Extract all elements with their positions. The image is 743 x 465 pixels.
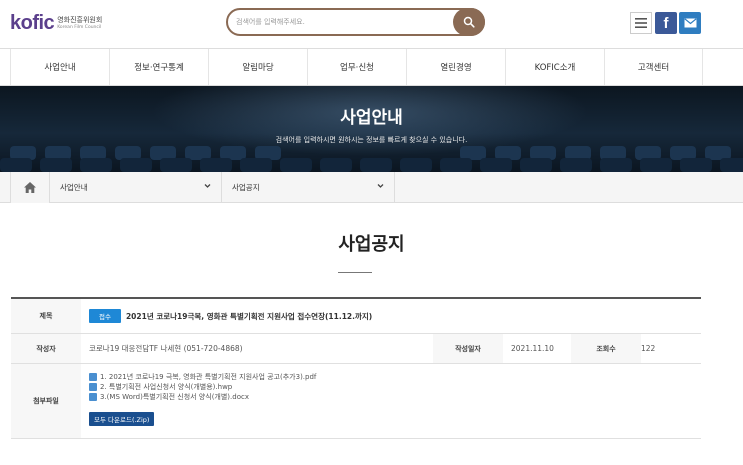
hero-title: 사업안내 [340,108,403,128]
menu-icon [635,18,647,28]
logo-english-name: Korean Film Council [57,24,102,30]
nav-applications[interactable]: 업무·신청 [307,49,406,85]
attachment-row: 첨부파일 1. 2021년 코로나19 극복, 영화관 특별기획전 지원사업 공… [11,364,701,439]
home-icon [24,182,36,193]
download-all-button[interactable]: 모두 다운로드(.Zip) [89,412,155,426]
views-value: 122 [641,344,656,353]
home-button[interactable] [10,172,50,203]
hero-banner: 사업안내 검색어를 입력하시면 원하시는 정보를 빠르게 찾으실 수 있습니다. [0,86,743,172]
menu-button[interactable] [630,12,652,34]
subject-row: 제목 접수 2021년 코로나19극복, 영화관 특별기획전 지원사업 접수연장… [11,299,701,334]
facebook-button[interactable]: f [655,12,677,34]
hero-subtitle: 검색어를 입력하시면 원하시는 정보를 빠르게 찾으실 수 있습니다. [275,136,468,144]
logo-korean-name: 영화진흥위원회 [57,15,103,24]
attachment-item[interactable]: 1. 2021년 코로나19 극복, 영화관 특별기획전 지원사업 공고(추가3… [89,372,316,382]
author-value: 코로나19 대응전담TF 나세현 (051-720-4868) [89,344,243,353]
chevron-down-icon [377,184,384,188]
chevron-down-icon [204,184,211,188]
location-bar: 사업안내 사업공지 [0,172,743,203]
attachment-label: 첨부파일 [11,364,81,438]
nav-notices[interactable]: 알림마당 [208,49,307,85]
mail-icon [683,18,697,28]
main-navigation: 사업안내 정보·연구통계 알림마당 업무·신청 열린경영 KOFIC소개 고객센… [0,48,743,86]
hwp-file-icon [89,383,97,391]
site-header: kofic 영화진흥위원회 Korean Film Council f [0,0,743,48]
logo-mark: kofic [10,12,55,34]
attachment-filename: 1. 2021년 코로나19 극복, 영화관 특별기획전 지원사업 공고(추가3… [100,373,317,381]
pdf-file-icon [89,373,97,381]
location-level2-label: 사업공지 [232,183,260,192]
location-level1-label: 사업안내 [60,183,88,192]
views-label: 조회수 [571,334,641,363]
attachment-item[interactable]: 3.(MS Word)특별기획전 신청서 양식(개별).docx [89,392,316,402]
location-select-level2[interactable]: 사업공지 [222,172,395,203]
search-icon [463,16,475,28]
docx-file-icon [89,393,97,401]
page-title: 사업공지 [338,234,405,255]
search-button[interactable] [453,8,485,36]
mail-button[interactable] [679,12,701,34]
nav-customer-center[interactable]: 고객센터 [604,49,703,85]
attachment-filename: 3.(MS Word)특별기획전 신청서 양식(개별).docx [100,393,249,401]
title-divider [338,272,372,273]
date-value: 2021.11.10 [511,344,554,353]
search-input[interactable] [236,14,446,30]
nav-research-stats[interactable]: 정보·연구통계 [109,49,208,85]
facebook-icon: f [663,14,669,32]
author-label: 작성자 [11,334,81,363]
nav-open-management[interactable]: 열린경영 [406,49,505,85]
date-label: 작성일자 [433,334,503,363]
notice-detail-table: 제목 접수 2021년 코로나19극복, 영화관 특별기획전 지원사업 접수연장… [11,297,701,439]
location-select-level1[interactable]: 사업안내 [50,172,222,203]
notice-subject: 2021년 코로나19극복, 영화관 특별기획전 지원사업 접수연장(11.12… [125,311,373,321]
meta-row: 작성자 코로나19 대응전담TF 나세현 (051-720-4868) 작성일자… [11,334,701,364]
nav-about-kofic[interactable]: KOFIC소개 [505,49,604,85]
kofic-logo[interactable]: kofic 영화진흥위원회 Korean Film Council [10,12,102,35]
search-box [226,8,485,36]
status-badge: 접수 [89,309,121,323]
nav-business-info[interactable]: 사업안내 [10,49,109,85]
attachment-filename: 2. 특별기획전 사업신청서 양식(개별용).hwp [100,383,233,391]
attachment-list: 1. 2021년 코로나19 극복, 영화관 특별기획전 지원사업 공고(추가3… [89,372,316,426]
subject-label: 제목 [11,299,81,333]
attachment-item[interactable]: 2. 특별기획전 사업신청서 양식(개별용).hwp [89,382,316,392]
